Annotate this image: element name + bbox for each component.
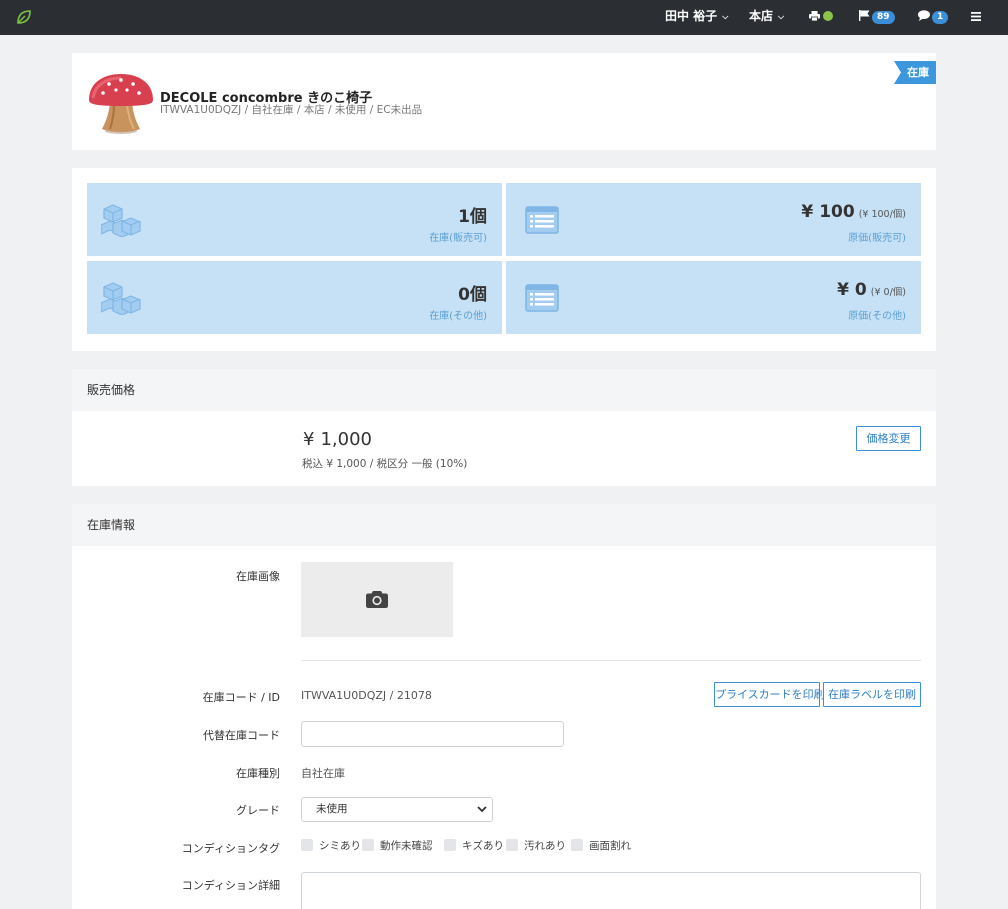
top-navbar: 田中 裕子 ⌵ 本店 ⌵ 89 1 (0, 0, 1008, 35)
checkbox[interactable] (444, 839, 456, 851)
cubes-icon (101, 204, 141, 237)
condition-tag-scratch[interactable]: キズあり (444, 838, 504, 853)
cost-available-label[interactable]: 原価(販売可) (848, 229, 906, 244)
stats-panel: 1個 在庫(販売可) ¥100 (¥ 100/個) 原価(販売可) 0個 在庫(そ… (72, 168, 936, 351)
cost-available-value: ¥100 (¥ 100/個) (801, 202, 906, 222)
divider (301, 660, 921, 661)
hamburger-menu-button[interactable] (971, 0, 981, 35)
sales-price-heading: 販売価格 (72, 369, 936, 411)
notification-badge: 89 (872, 11, 895, 24)
printer-status[interactable] (809, 0, 833, 35)
grade-select[interactable]: 未使用 (301, 797, 493, 822)
alt-stock-code-input[interactable] (301, 721, 564, 747)
list-card-icon (525, 284, 559, 312)
list-card-icon (525, 206, 559, 234)
grade-label: グレード (236, 804, 280, 817)
comment-icon (918, 10, 930, 21)
alt-stock-code-label: 代替在庫コード (203, 729, 280, 742)
grade-selected-value: 未使用 (316, 803, 348, 815)
print-price-card-button[interactable]: プライスカードを印刷 (714, 682, 825, 707)
product-header-panel: DECOLE concombre きのこ椅子 ITWVA1U0DQZJ / 自社… (72, 53, 936, 150)
condition-tag-unverified[interactable]: 動作未確認 (362, 838, 433, 853)
condition-tag-cracked-screen[interactable]: 画面割れ (571, 838, 631, 853)
sales-price-amount: ¥1,000 (303, 429, 372, 450)
stock-code-value: ITWVA1U0DQZJ / 21078 (301, 689, 432, 702)
flag-icon (859, 10, 870, 21)
stock-type-label: 在庫種別 (236, 767, 280, 780)
stock-available-label[interactable]: 在庫(販売可) (429, 229, 487, 244)
stock-other-value: 0個 (458, 285, 487, 305)
stat-cost-available: ¥100 (¥ 100/個) 原価(販売可) (506, 183, 921, 256)
stock-image-upload[interactable] (301, 562, 453, 637)
stock-image-label: 在庫画像 (236, 570, 280, 583)
message-badge: 1 (932, 11, 949, 24)
messages-button[interactable]: 1 (918, 0, 949, 35)
stat-stock-other: 0個 在庫(その他) (87, 261, 502, 334)
condition-tag-stain[interactable]: シミあり (301, 838, 361, 853)
change-price-button[interactable]: 価格変更 (856, 426, 921, 451)
chevron-down-icon (477, 806, 487, 813)
checkbox[interactable] (571, 839, 583, 851)
inventory-info-panel: 在庫情報 在庫画像 在庫コード / ID ITWVA1U0DQZJ / 2107… (72, 504, 936, 909)
condition-tag-dirt[interactable]: 汚れあり (506, 838, 566, 853)
printer-icon (809, 11, 820, 22)
stock-other-label[interactable]: 在庫(その他) (429, 307, 487, 322)
chevron-down-icon: ⌵ (722, 12, 729, 21)
product-image (89, 74, 153, 134)
print-stock-label-button[interactable]: 在庫ラベルを印刷 (823, 682, 921, 707)
checkbox[interactable] (362, 839, 374, 851)
notifications-button[interactable]: 89 (859, 0, 895, 35)
stock-code-label: 在庫コード / ID (202, 691, 280, 704)
cubes-icon (101, 282, 141, 315)
sales-price-detail: 税込 ¥ 1,000 / 税区分 一般 (10%) (302, 458, 468, 470)
chevron-down-icon: ⌵ (778, 12, 785, 21)
checkbox[interactable] (506, 839, 518, 851)
user-menu[interactable]: 田中 裕子 ⌵ (665, 0, 728, 35)
inventory-info-heading: 在庫情報 (72, 504, 936, 546)
stock-available-value: 1個 (458, 207, 487, 227)
condition-detail-label: コンディション詳細 (181, 879, 280, 892)
condition-detail-textarea[interactable] (301, 872, 921, 909)
user-name: 田中 裕子 (665, 9, 718, 23)
store-menu[interactable]: 本店 ⌵ (749, 0, 784, 35)
connection-status-dot (823, 11, 833, 21)
cost-other-label[interactable]: 原価(その他) (848, 307, 906, 322)
sales-price-panel: 販売価格 ¥1,000 税込 ¥ 1,000 / 税区分 一般 (10%) 価格… (72, 369, 936, 486)
status-ribbon: 在庫 (894, 61, 936, 84)
stat-stock-available: 1個 在庫(販売可) (87, 183, 502, 256)
product-meta: ITWVA1U0DQZJ / 自社在庫 / 本店 / 未使用 / EC未出品 (160, 104, 423, 116)
checkbox[interactable] (301, 839, 313, 851)
stat-cost-other: ¥0 (¥ 0/個) 原価(その他) (506, 261, 921, 334)
cost-other-value: ¥0 (¥ 0/個) (837, 280, 906, 300)
stock-type-value: 自社在庫 (301, 767, 345, 780)
menu-icon (971, 12, 981, 21)
leaf-icon[interactable] (15, 8, 33, 26)
camera-icon (366, 591, 388, 608)
condition-tag-label: コンディションタグ (181, 842, 280, 855)
store-name: 本店 (749, 9, 774, 23)
